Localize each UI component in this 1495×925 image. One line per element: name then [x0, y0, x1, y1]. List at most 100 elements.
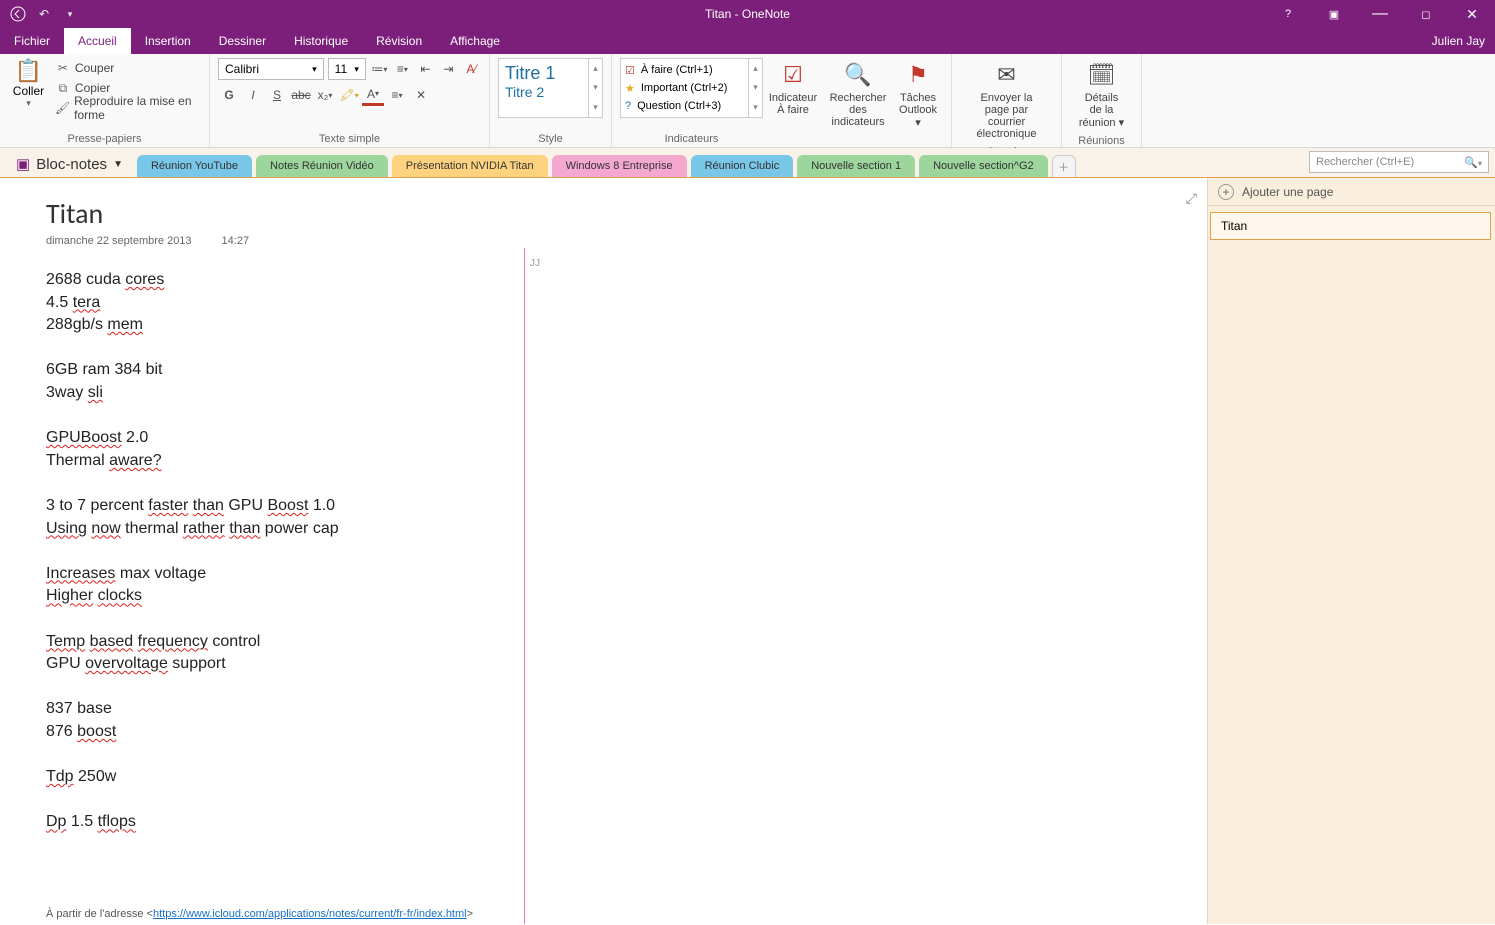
search-box[interactable]: Rechercher (Ctrl+E) 🔍▾ [1309, 151, 1489, 173]
group-meetings: 🗓 Détails de la réunion ▾ Réunions [1062, 54, 1142, 147]
outdent-button[interactable]: ⇤ [416, 58, 435, 80]
tag-label: Important (Ctrl+2) [641, 82, 728, 94]
source-footer: À partir de l'adresse <https://www.iclou… [46, 908, 473, 920]
underline-button[interactable]: S [266, 84, 288, 106]
help-icon[interactable]: ? [1265, 0, 1311, 28]
meeting-details-button[interactable]: 🗓 Détails de la réunion ▾ [1070, 58, 1133, 133]
author-initials: JJ [530, 258, 540, 269]
outlook-tasks-button[interactable]: ⚑Tâches Outlook ▾ [893, 58, 943, 145]
source-link[interactable]: https://www.icloud.com/applications/note… [153, 908, 467, 920]
highlight-button[interactable]: 🖍▾ [338, 84, 360, 106]
painter-label: Reproduire la mise en forme [74, 94, 201, 122]
cut-button[interactable]: ✂Couper [55, 58, 201, 78]
tab-affichage[interactable]: Affichage [436, 28, 514, 54]
scissors-icon: ✂ [55, 61, 71, 75]
close-icon[interactable]: ✕ [1449, 0, 1495, 28]
tag-question[interactable]: ?Question (Ctrl+3) [625, 97, 758, 115]
note-canvas[interactable]: ⤢ Titan dimanche 22 septembre 2013 14:27… [0, 178, 1207, 924]
menu-bar: Fichier Accueil Insertion Dessiner Histo… [0, 28, 1495, 54]
more-tags-icon[interactable]: ▾ [749, 98, 762, 117]
fullscreen-icon[interactable]: ⤢ [1186, 190, 1197, 207]
tab-revision[interactable]: Révision [362, 28, 436, 54]
brush-icon: 🖌 [55, 101, 70, 115]
subscript-button[interactable]: x₂▾ [314, 84, 336, 106]
chevron-up-icon[interactable]: ▴ [589, 59, 602, 78]
todo-tag-button[interactable]: ☑Indicateur À faire [763, 58, 823, 145]
search-icon: 🔍▾ [1464, 156, 1482, 169]
style-h1[interactable]: Titre 1 [505, 63, 596, 84]
tab-fichier[interactable]: Fichier [0, 28, 64, 54]
back-icon[interactable] [6, 3, 30, 25]
undo-icon[interactable]: ↶ [32, 3, 56, 25]
section-tab[interactable]: Windows 8 Entreprise [552, 155, 687, 177]
chevron-down-icon[interactable]: ▾ [749, 78, 762, 97]
big-label: Envoyer la page par courrier électroniqu… [968, 92, 1045, 140]
page-title[interactable]: Titan [46, 196, 1207, 231]
bold-button[interactable]: G [218, 84, 240, 106]
find-tags-button[interactable]: 🔍Rechercher des indicateurs [823, 58, 893, 145]
tag-important[interactable]: ★Important (Ctrl+2) [625, 79, 758, 97]
tags-gallery[interactable]: ☑À faire (Ctrl+1) ★Important (Ctrl+2) ?Q… [620, 58, 763, 118]
align-button[interactable]: ≡▾ [386, 84, 408, 106]
title-bar: ↶ ▾ Titan - OneNote ? ▣ — ◻ ✕ [0, 0, 1495, 28]
tag-label: Question (Ctrl+3) [637, 100, 721, 112]
paste-button[interactable]: 📋 Coller ▾ [8, 58, 49, 118]
group-label: Indicateurs [620, 131, 763, 145]
style-h2[interactable]: Titre 2 [505, 84, 596, 100]
section-tab[interactable]: Réunion YouTube [137, 155, 252, 177]
notebook-dropdown[interactable]: ▣ Bloc-notes ▼ [6, 151, 133, 177]
user-name[interactable]: Julien Jay [1432, 34, 1485, 48]
chevron-down-icon[interactable]: ▾ [589, 78, 602, 97]
font-color-button[interactable]: A▾ [362, 84, 384, 106]
strike-button[interactable]: abc [290, 84, 312, 106]
email-page-button[interactable]: ✉ Envoyer la page par courrier électroniq… [960, 58, 1053, 144]
group-tags: ☑À faire (Ctrl+1) ★Important (Ctrl+2) ?Q… [612, 54, 952, 147]
font-size-combo[interactable]: 11▾ [328, 58, 366, 80]
bullets-button[interactable]: ≔▾ [370, 58, 389, 80]
more-styles-icon[interactable]: ▾ [589, 98, 602, 117]
search-icon: 🔍 [844, 62, 871, 88]
italic-button[interactable]: I [242, 84, 264, 106]
group-label: Réunions [1070, 133, 1133, 147]
paste-label: Coller [13, 84, 44, 98]
main-area: ⤢ Titan dimanche 22 septembre 2013 14:27… [0, 178, 1495, 924]
styles-gallery[interactable]: Titre 1 Titre 2 ▴▾▾ [498, 58, 603, 118]
add-section-button[interactable]: ＋ [1052, 155, 1076, 177]
copy-label: Copier [75, 81, 110, 95]
big-label: Tâches Outlook ▾ [899, 92, 937, 129]
maximize-icon[interactable]: ◻ [1403, 0, 1449, 28]
add-page-button[interactable]: + Ajouter une page [1208, 178, 1495, 206]
section-tab[interactable]: Présentation NVIDIA Titan [392, 155, 548, 177]
group-clipboard: 📋 Coller ▾ ✂Couper ⧉Copier 🖌Reproduire l… [0, 54, 210, 147]
section-tab[interactable]: Nouvelle section 1 [797, 155, 915, 177]
note-body[interactable]: 2688 cuda cores4.5 tera288gb/s mem 6GB r… [46, 269, 1207, 834]
chevron-up-icon[interactable]: ▴ [749, 59, 762, 78]
page-time: 14:27 [222, 235, 250, 247]
big-label: Détails de la réunion ▾ [1078, 92, 1125, 129]
minimize-icon[interactable]: — [1357, 0, 1403, 28]
tab-insertion[interactable]: Insertion [131, 28, 205, 54]
format-painter-button[interactable]: 🖌Reproduire la mise en forme [55, 98, 201, 118]
tag-todo[interactable]: ☑À faire (Ctrl+1) [625, 61, 758, 79]
section-tab[interactable]: Réunion Clubic [691, 155, 794, 177]
page-list-item[interactable]: Titan [1210, 212, 1491, 240]
tab-dessiner[interactable]: Dessiner [205, 28, 280, 54]
delete-button[interactable]: ✕ [410, 84, 432, 106]
tab-accueil[interactable]: Accueil [64, 28, 131, 54]
numbering-button[interactable]: ≡▾ [393, 58, 412, 80]
font-name-combo[interactable]: Calibri▾ [218, 58, 324, 80]
add-page-label: Ajouter une page [1242, 185, 1333, 199]
section-tab[interactable]: Notes Réunion Vidéo [256, 155, 388, 177]
footer-prefix: À partir de l'adresse < [46, 908, 153, 920]
calendar-icon: 🗓 [1088, 62, 1116, 88]
clear-formatting-button[interactable]: A⁄ [462, 58, 481, 80]
ribbon-options-icon[interactable]: ▣ [1311, 0, 1357, 28]
envelope-icon: ✉ [997, 62, 1015, 88]
indent-button[interactable]: ⇥ [439, 58, 458, 80]
chevron-down-icon: ▼ [113, 159, 123, 170]
tab-historique[interactable]: Historique [280, 28, 362, 54]
checkbox-icon: ☑ [625, 64, 635, 77]
section-tab[interactable]: Nouvelle section^G2 [919, 155, 1048, 177]
group-label: Texte simple [218, 131, 481, 145]
qat-customize-icon[interactable]: ▾ [58, 3, 82, 25]
